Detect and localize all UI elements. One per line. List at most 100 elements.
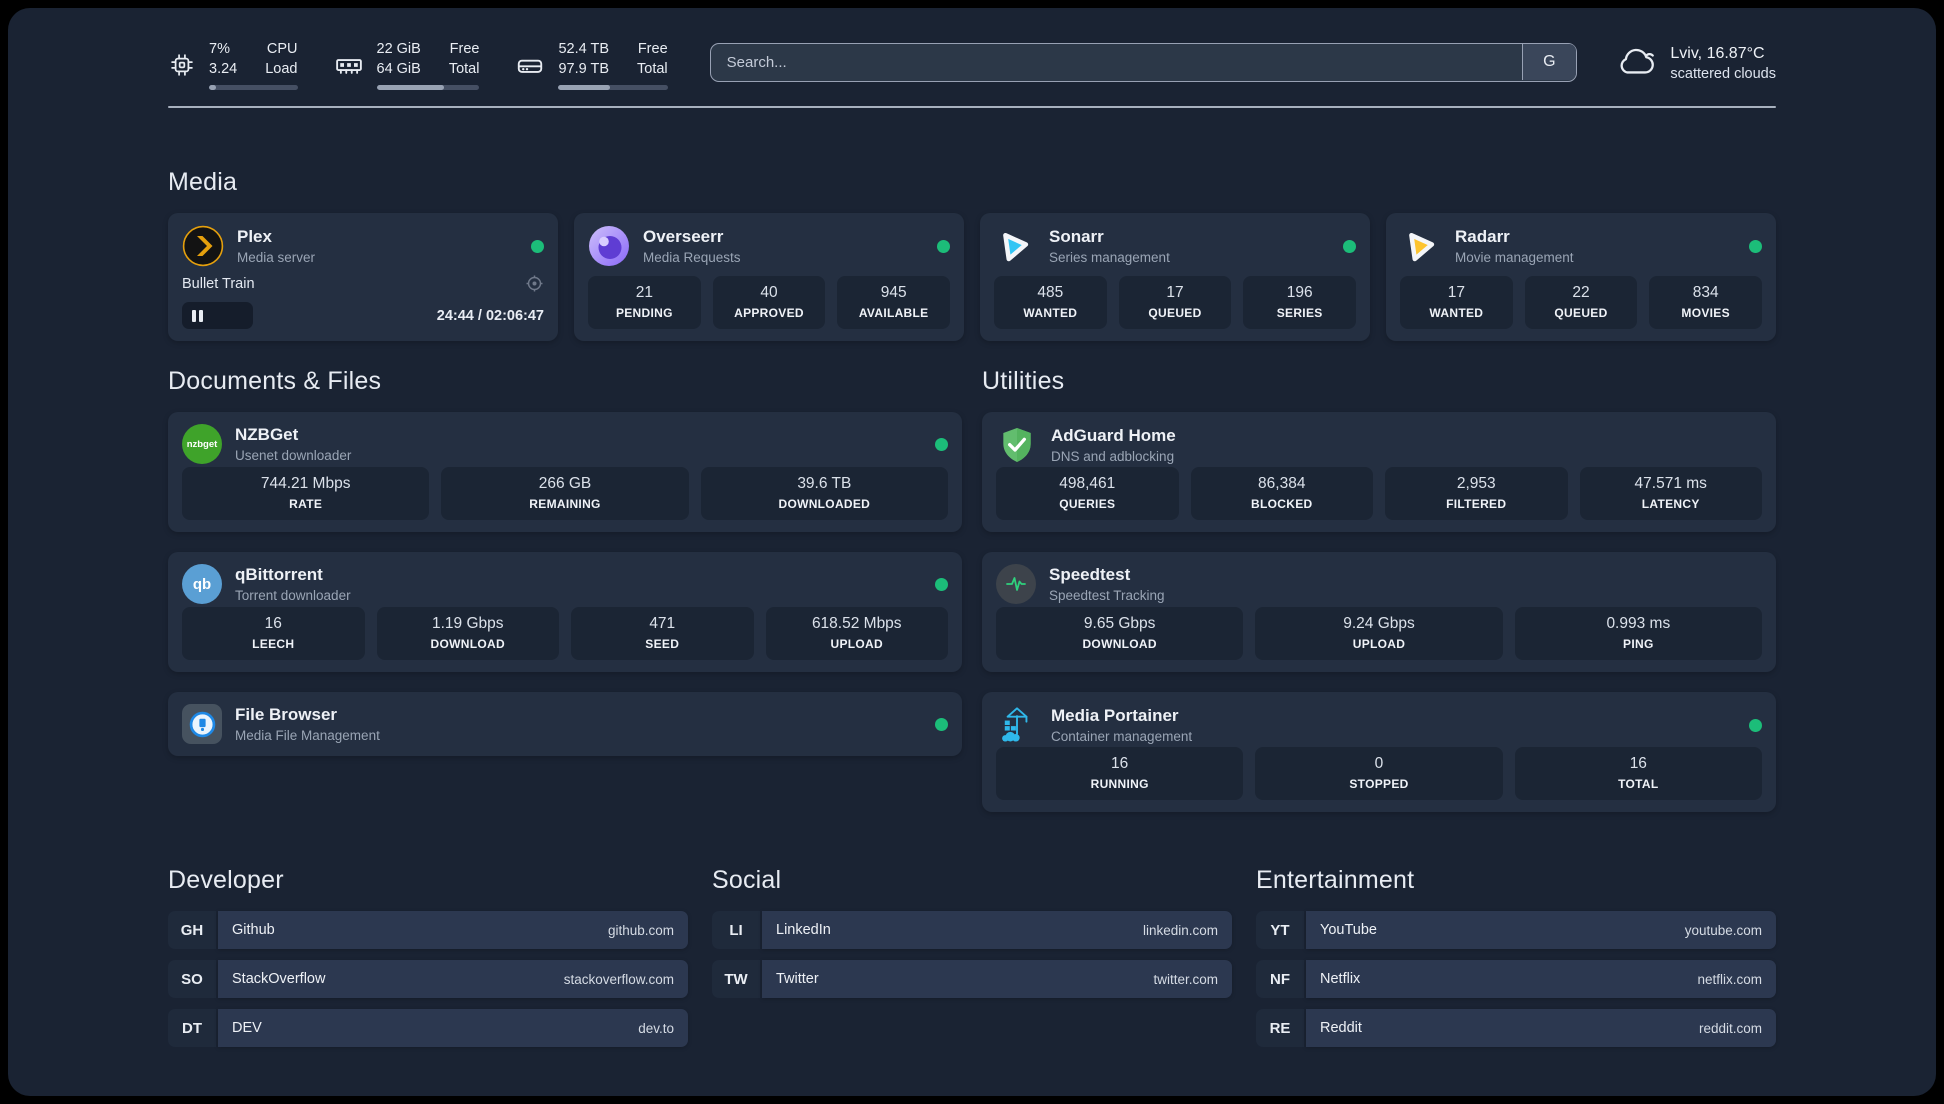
filebrowser-icon xyxy=(182,704,222,744)
link-name: Reddit xyxy=(1320,1020,1362,1036)
ram-free-label: Free xyxy=(449,41,480,58)
cpu-usage-label: CPU xyxy=(266,41,298,58)
stat-series: 196 SERIES xyxy=(1243,276,1356,329)
stat-rate: 744.21 Mbps RATE xyxy=(182,467,430,520)
link-name: Netflix xyxy=(1320,971,1361,987)
link-abbr: NF xyxy=(1256,960,1304,998)
playback-progress-bar: 24:44 / 02:06:47 xyxy=(182,302,544,329)
adguard-card[interactable]: AdGuard Home DNS and adblocking 498,461 Q… xyxy=(982,412,1776,532)
stat-leech: 16 LEECH xyxy=(182,607,365,660)
status-dot xyxy=(935,577,948,591)
plex-card[interactable]: Plex Media server Bullet Train 24:44 / 0… xyxy=(168,213,558,341)
sonarr-card[interactable]: Sonarr Series management 485 WANTED 17 QUE… xyxy=(980,213,1370,341)
adguard-icon xyxy=(996,424,1038,466)
link-netflix[interactable]: NF Netflix netflix.com xyxy=(1256,960,1776,998)
link-url: github.com xyxy=(607,922,674,938)
disk-total-value: 97.9 TB xyxy=(558,61,610,77)
stat-movies: 834 MOVIES xyxy=(1649,276,1762,329)
qbittorrent-icon: qb xyxy=(182,564,222,604)
app-subtitle: Media server xyxy=(237,250,316,265)
stat-blocked: 86,384 BLOCKED xyxy=(1190,467,1373,520)
header-divider xyxy=(168,106,1776,108)
ram-progress-bar xyxy=(376,84,480,90)
link-name: Github xyxy=(232,922,275,938)
app-title: File Browser xyxy=(235,705,338,724)
link-url: stackoverflow.com xyxy=(563,971,674,987)
link-youtube[interactable]: YT YouTube youtube.com xyxy=(1256,911,1776,949)
app-subtitle: Torrent downloader xyxy=(235,588,351,603)
link-dev-to[interactable]: DT DEV dev.to xyxy=(168,1009,688,1047)
app-subtitle: Media Requests xyxy=(643,250,741,265)
link-name: StackOverflow xyxy=(232,971,326,987)
speedtest-icon xyxy=(996,564,1036,604)
developer-section: Developer GH Github github.com SO StackO… xyxy=(168,866,688,1047)
link-linkedin[interactable]: LI LinkedIn linkedin.com xyxy=(712,911,1232,949)
now-playing-title: Bullet Train xyxy=(182,275,255,292)
ram-total-value: 64 GiB xyxy=(376,61,421,77)
link-abbr: TW xyxy=(712,960,760,998)
overseerr-card[interactable]: Overseerr Media Requests 21 PENDING 40 APP… xyxy=(574,213,964,341)
search-input[interactable] xyxy=(709,42,1578,82)
search-engine-button[interactable]: G xyxy=(1521,44,1576,80)
app-title: Sonarr xyxy=(1049,227,1104,246)
cpu-stat: 7% 3.24 CPU Load xyxy=(168,40,298,90)
utilities-section-title: Utilities xyxy=(982,367,1065,395)
link-url: dev.to xyxy=(638,1020,674,1036)
stat-upload: 9.24 Gbps UPLOAD xyxy=(1255,607,1503,660)
app-subtitle: Container management xyxy=(1051,729,1193,744)
disk-icon xyxy=(515,50,545,80)
app-title: AdGuard Home xyxy=(1051,426,1176,445)
status-dot xyxy=(935,437,948,451)
link-twitter[interactable]: TW Twitter twitter.com xyxy=(712,960,1232,998)
link-stackoverflow[interactable]: SO StackOverflow stackoverflow.com xyxy=(168,960,688,998)
stat-stopped: 0 STOPPED xyxy=(1255,747,1503,800)
stat-remaining: 266 GB REMAINING xyxy=(441,467,689,520)
app-title: Media Portainer xyxy=(1051,706,1179,725)
link-abbr: YT xyxy=(1256,911,1304,949)
social-section: Social LI LinkedIn linkedin.com TW Twitt… xyxy=(712,866,1232,1047)
weather-widget[interactable]: Lviv, 16.87°C scattered clouds xyxy=(1615,43,1776,84)
app-subtitle: Movie management xyxy=(1455,250,1574,265)
link-reddit[interactable]: RE Reddit reddit.com xyxy=(1256,1009,1776,1047)
stat-downloaded: 39.6 TB DOWNLOADED xyxy=(700,467,948,520)
documents-section-title: Documents & Files xyxy=(168,367,382,395)
radarr-card[interactable]: Radarr Movie management 17 WANTED 22 QUEUE… xyxy=(1386,213,1776,341)
session-settings-icon[interactable] xyxy=(525,274,544,293)
portainer-card[interactable]: Media Portainer Container management 16 R… xyxy=(982,692,1776,812)
utilities-section: Utilities AdGuard Home DNS and adblockin… xyxy=(982,367,1776,812)
app-subtitle: Media File Management xyxy=(235,728,380,743)
stat-download: 9.65 Gbps DOWNLOAD xyxy=(996,607,1244,660)
plex-icon xyxy=(182,225,224,267)
dashboard-page: 7% 3.24 CPU Load 22 GiB 64 GiB Free Tota… xyxy=(8,8,1936,1096)
app-title: Speedtest xyxy=(1049,565,1131,584)
cpu-icon xyxy=(168,51,196,79)
link-abbr: DT xyxy=(168,1009,216,1047)
link-name: Twitter xyxy=(776,971,819,987)
portainer-icon xyxy=(996,704,1038,746)
status-dot xyxy=(937,239,950,253)
developer-section-title: Developer xyxy=(168,866,284,894)
entertainment-section: Entertainment YT YouTube youtube.com NF … xyxy=(1256,866,1776,1047)
qbittorrent-card[interactable]: qb qBittorrent Torrent downloader 16 LEEC… xyxy=(168,552,962,672)
app-title: Plex xyxy=(237,227,272,246)
entertainment-section-title: Entertainment xyxy=(1256,866,1415,894)
stat-wanted: 17 WANTED xyxy=(1400,276,1513,329)
app-title: Overseerr xyxy=(643,227,724,246)
link-url: youtube.com xyxy=(1684,922,1762,938)
stat-queries: 498,461 QUERIES xyxy=(996,467,1179,520)
link-github[interactable]: GH Github github.com xyxy=(168,911,688,949)
search-bar: G xyxy=(709,42,1578,82)
nzbget-card[interactable]: nzbget NZBGet Usenet downloader 744.21 M… xyxy=(168,412,962,532)
filebrowser-card[interactable]: File Browser Media File Management xyxy=(168,692,962,756)
link-url: linkedin.com xyxy=(1142,922,1218,938)
stat-upload: 618.52 Mbps UPLOAD xyxy=(765,607,948,660)
sonarr-icon xyxy=(994,225,1036,267)
stat-latency: 47.571 ms LATENCY xyxy=(1579,467,1762,520)
link-name: YouTube xyxy=(1320,922,1377,938)
status-dot xyxy=(1343,239,1356,253)
cpu-load-value: 3.24 xyxy=(209,61,238,77)
app-subtitle: Usenet downloader xyxy=(235,448,352,463)
speedtest-card[interactable]: Speedtest Speedtest Tracking 9.65 Gbps DO… xyxy=(982,552,1776,672)
status-dot xyxy=(1749,239,1762,253)
ram-total-label: Total xyxy=(448,61,480,77)
